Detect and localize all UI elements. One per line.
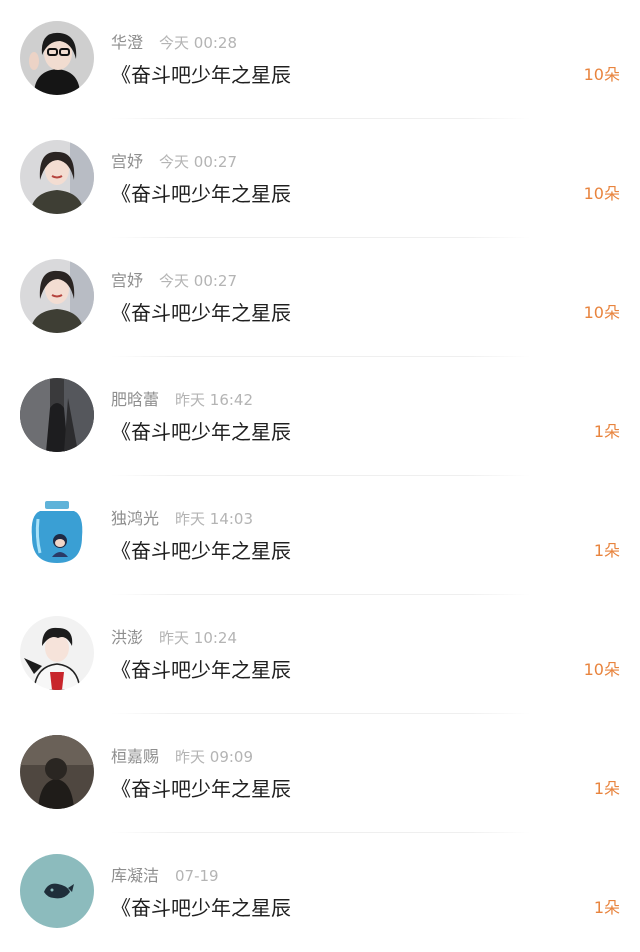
avatar[interactable] bbox=[20, 497, 94, 571]
flower-count: 10朵 bbox=[583, 660, 620, 679]
timestamp: 昨天 16:42 bbox=[175, 391, 254, 409]
avatar[interactable] bbox=[20, 735, 94, 809]
timestamp: 今天 00:27 bbox=[159, 153, 238, 171]
work-title[interactable]: 《奋斗吧少年之星辰 bbox=[111, 419, 291, 445]
flower-count: 10朵 bbox=[583, 303, 620, 322]
avatar[interactable] bbox=[20, 259, 94, 333]
flower-count: 1朵 bbox=[593, 541, 620, 560]
timestamp: 昨天 14:03 bbox=[175, 510, 254, 528]
work-title[interactable]: 《奋斗吧少年之星辰 bbox=[111, 776, 291, 802]
timestamp: 今天 00:27 bbox=[159, 272, 238, 290]
user-name[interactable]: 独鸿光 bbox=[111, 509, 159, 528]
timestamp: 昨天 10:24 bbox=[159, 629, 238, 647]
list-item[interactable]: 库凝洁 07-19 《奋斗吧少年之星辰 1朵 bbox=[0, 833, 640, 952]
user-name[interactable]: 宫妤 bbox=[111, 271, 143, 290]
list-item[interactable]: 桓嘉赐 昨天 09:09 《奋斗吧少年之星辰 1朵 bbox=[0, 714, 640, 833]
flower-count: 10朵 bbox=[583, 65, 620, 84]
list-item[interactable]: 洪澎 昨天 10:24 《奋斗吧少年之星辰 10朵 bbox=[0, 595, 640, 714]
work-title[interactable]: 《奋斗吧少年之星辰 bbox=[111, 657, 291, 683]
list-item[interactable]: 宫妤 今天 00:27 《奋斗吧少年之星辰 10朵 bbox=[0, 238, 640, 357]
user-name[interactable]: 肥晗蕾 bbox=[111, 390, 159, 409]
work-title[interactable]: 《奋斗吧少年之星辰 bbox=[111, 62, 291, 88]
work-title[interactable]: 《奋斗吧少年之星辰 bbox=[111, 895, 291, 921]
work-title[interactable]: 《奋斗吧少年之星辰 bbox=[111, 538, 291, 564]
avatar[interactable] bbox=[20, 378, 94, 452]
user-name[interactable]: 库凝洁 bbox=[111, 866, 159, 885]
avatar[interactable] bbox=[20, 616, 94, 690]
flower-count: 1朵 bbox=[593, 779, 620, 798]
avatar[interactable] bbox=[20, 854, 94, 928]
work-title[interactable]: 《奋斗吧少年之星辰 bbox=[111, 300, 291, 326]
flower-count: 1朵 bbox=[593, 422, 620, 441]
user-name[interactable]: 桓嘉赐 bbox=[111, 747, 159, 766]
user-name[interactable]: 洪澎 bbox=[111, 628, 143, 647]
avatar[interactable] bbox=[20, 140, 94, 214]
timestamp: 今天 00:28 bbox=[159, 34, 238, 52]
list-item[interactable]: 宫妤 今天 00:27 《奋斗吧少年之星辰 10朵 bbox=[0, 119, 640, 238]
list-item[interactable]: 肥晗蕾 昨天 16:42 《奋斗吧少年之星辰 1朵 bbox=[0, 357, 640, 476]
flower-count: 1朵 bbox=[593, 898, 620, 917]
list-item[interactable]: 华澄 今天 00:28 《奋斗吧少年之星辰 10朵 bbox=[0, 0, 640, 119]
work-title[interactable]: 《奋斗吧少年之星辰 bbox=[111, 181, 291, 207]
flower-gift-list: 华澄 今天 00:28 《奋斗吧少年之星辰 10朵 宫妤 今天 00:27 《奋斗吧… bbox=[0, 0, 640, 952]
flower-count: 10朵 bbox=[583, 184, 620, 203]
timestamp: 07-19 bbox=[175, 867, 219, 885]
user-name[interactable]: 华澄 bbox=[111, 33, 143, 52]
timestamp: 昨天 09:09 bbox=[175, 748, 254, 766]
avatar[interactable] bbox=[20, 21, 94, 95]
list-item[interactable]: 独鸿光 昨天 14:03 《奋斗吧少年之星辰 1朵 bbox=[0, 476, 640, 595]
user-name[interactable]: 宫妤 bbox=[111, 152, 143, 171]
